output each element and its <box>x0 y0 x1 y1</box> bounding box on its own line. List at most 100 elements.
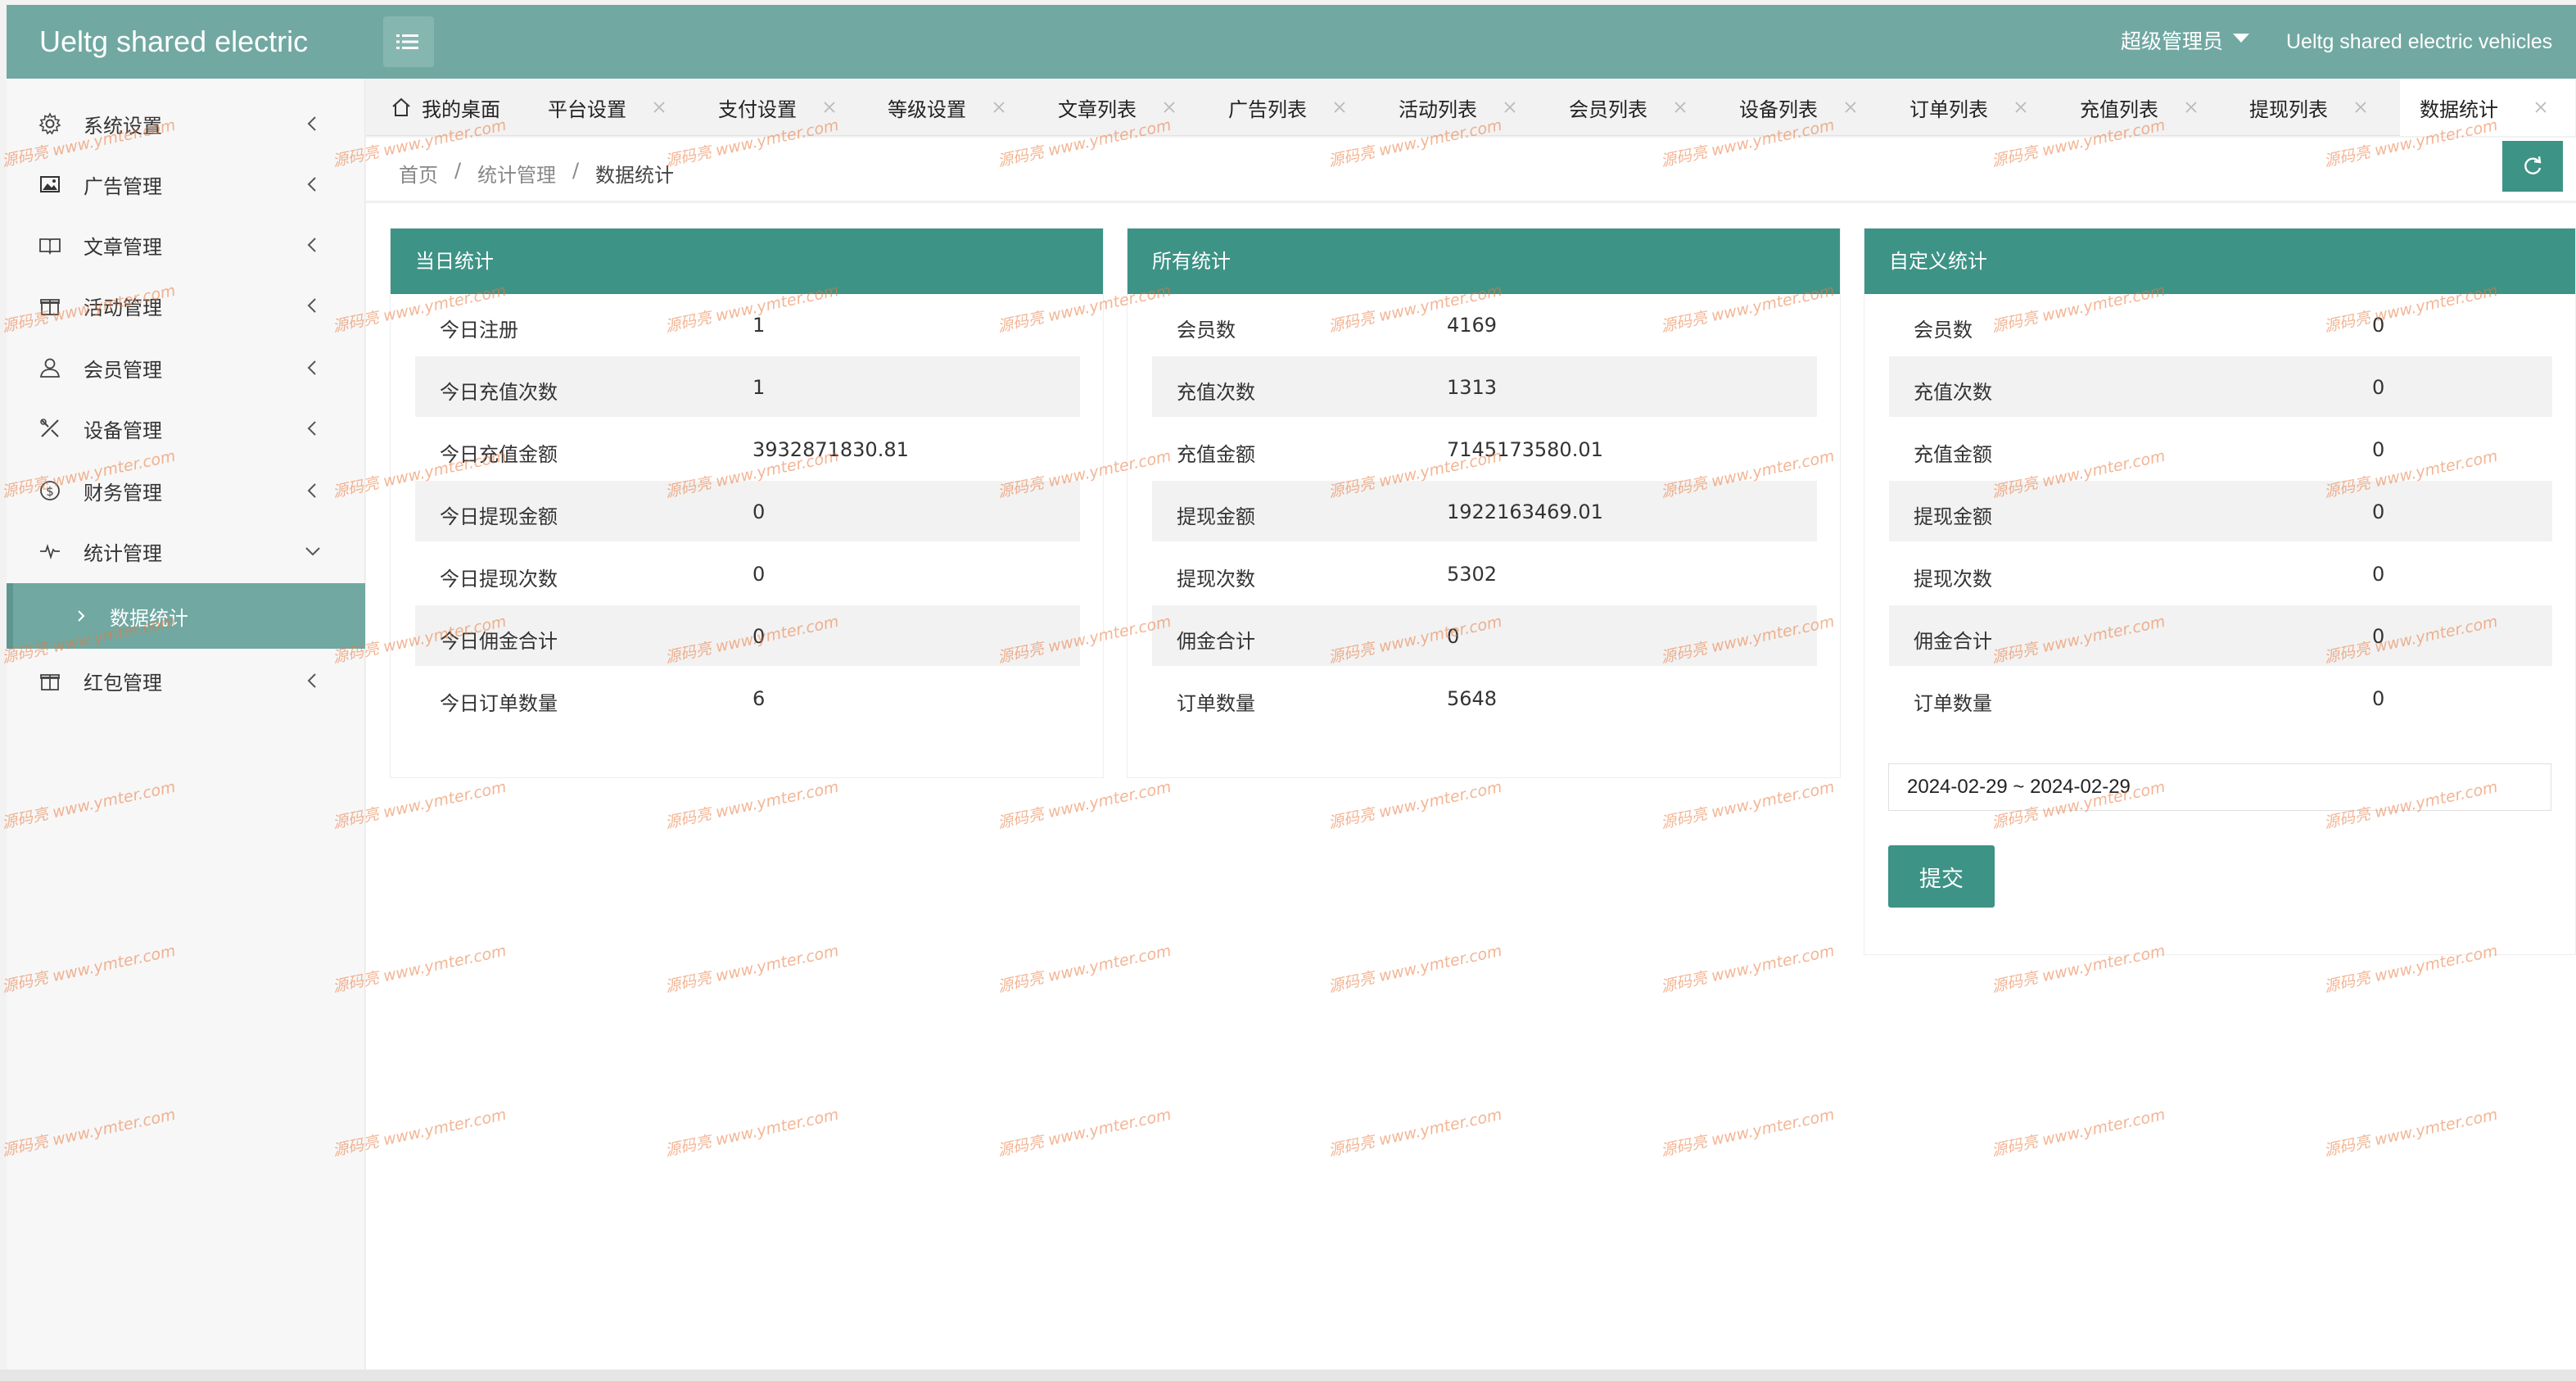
chevron-left-icon <box>307 177 316 192</box>
app-name[interactable]: Ueltg shared electric vehicles <box>2286 5 2552 79</box>
chevron-left-icon <box>307 116 316 131</box>
brand-title[interactable]: Ueltg shared electric <box>39 5 308 79</box>
tab-ad-list[interactable]: 广告列表 <box>1228 79 1392 136</box>
sidebar-subitem-data-stats[interactable]: 数据统计 <box>7 583 365 649</box>
admin-dropdown[interactable]: 超级管理员 <box>2121 5 2250 79</box>
close-icon[interactable] <box>2533 99 2549 115</box>
stat-value: 0 <box>752 563 766 586</box>
close-icon[interactable] <box>1842 99 1859 115</box>
submit-button[interactable]: 提交 <box>1888 845 1995 908</box>
tab-bar: 我的桌面 平台设置 支付设置 等级设置 文章列表 广告列表 活动列表 会员列表 … <box>366 79 2576 136</box>
close-icon[interactable] <box>651 99 667 115</box>
tab-desktop[interactable]: 我的桌面 <box>391 79 538 136</box>
close-icon[interactable] <box>2352 99 2369 115</box>
sidebar-item-label: 财务管理 <box>84 481 162 505</box>
stat-row: 今日订单数量 6 <box>415 668 1080 728</box>
dollar-icon: $ <box>38 478 62 503</box>
stat-row: 订单数量 5648 <box>1152 668 1817 728</box>
breadcrumb-separator: / <box>572 159 580 182</box>
breadcrumb: 首页 / 统计管理 / 数据统计 <box>366 138 2576 201</box>
stat-row: 提现金额 1922163469.01 <box>1152 481 1817 541</box>
tab-platform-settings[interactable]: 平台设置 <box>548 79 712 136</box>
stat-label: 今日充值金额 <box>440 443 558 466</box>
sidebar-item-red-packets[interactable]: 红包管理 <box>7 650 365 711</box>
close-icon[interactable] <box>1672 99 1688 115</box>
stat-value: 0 <box>2372 625 2385 648</box>
bottom-scrollbar[interactable] <box>0 1370 2576 1381</box>
stat-value: 0 <box>2372 687 2385 710</box>
stat-value: 0 <box>1447 625 1460 648</box>
sidebar-item-label: 数据统计 <box>110 606 188 630</box>
chevron-down-icon <box>305 547 320 556</box>
tab-data-stats[interactable]: 数据统计 <box>2400 79 2575 136</box>
breadcrumb-home[interactable]: 首页 <box>399 159 438 188</box>
tab-label: 支付设置 <box>718 97 797 121</box>
sidebar-item-activities[interactable]: 活动管理 <box>7 275 365 336</box>
stat-value: 0 <box>2372 438 2385 461</box>
sidebar-item-label: 广告管理 <box>84 174 162 198</box>
sidebar-item-devices[interactable]: 设备管理 <box>7 398 365 459</box>
close-icon[interactable] <box>821 99 838 115</box>
image-icon <box>38 172 62 197</box>
stat-row: 今日提现次数 0 <box>415 543 1080 604</box>
tab-label: 订单列表 <box>1909 97 1988 121</box>
stat-label: 提现次数 <box>1914 568 1992 591</box>
stat-row: 提现次数 5302 <box>1152 543 1817 604</box>
stat-label: 订单数量 <box>1914 692 1992 715</box>
close-icon[interactable] <box>2183 99 2199 115</box>
stat-value: 1 <box>752 376 766 399</box>
sidebar-item-finance[interactable]: $ 财务管理 <box>7 460 365 521</box>
all-stats-panel: 所有统计 会员数 4169 充值次数 1313 充值金额 7145173580.… <box>1127 228 1841 778</box>
stat-value: 6 <box>752 687 766 710</box>
tab-label: 提现列表 <box>2249 97 2328 121</box>
tab-device-list[interactable]: 设备列表 <box>1739 79 1903 136</box>
menu-toggle-button[interactable] <box>383 16 434 67</box>
tools-icon <box>38 416 62 441</box>
stat-label: 今日提现次数 <box>440 568 558 591</box>
tab-label: 等级设置 <box>888 97 966 121</box>
close-icon[interactable] <box>1331 99 1348 115</box>
gear-icon <box>38 111 62 136</box>
tab-recharge-list[interactable]: 充值列表 <box>2080 79 2244 136</box>
sidebar-item-system-settings[interactable]: 系统设置 <box>7 93 365 154</box>
home-icon <box>392 97 410 116</box>
close-icon[interactable] <box>2013 99 2029 115</box>
tab-payment-settings[interactable]: 支付设置 <box>718 79 882 136</box>
sidebar-item-articles[interactable]: 文章管理 <box>7 215 365 275</box>
stat-label: 会员数 <box>1177 319 1236 342</box>
stat-row: 今日充值金额 3932871830.81 <box>415 419 1080 479</box>
stat-value: 4169 <box>1447 314 1498 337</box>
sidebar-item-statistics[interactable]: 统计管理 <box>7 521 365 582</box>
today-stats-panel: 当日统计 今日注册 1 今日充值次数 1 今日充值金额 3932871830.8… <box>390 228 1104 778</box>
tab-member-list[interactable]: 会员列表 <box>1569 79 1733 136</box>
close-icon[interactable] <box>1502 99 1518 115</box>
stat-label: 今日提现金额 <box>440 505 558 528</box>
stat-value: 3932871830.81 <box>752 438 909 461</box>
sidebar-item-label: 系统设置 <box>84 114 162 138</box>
tab-label: 活动列表 <box>1399 97 1477 121</box>
tab-article-list[interactable]: 文章列表 <box>1058 79 1222 136</box>
breadcrumb-section[interactable]: 统计管理 <box>477 159 556 188</box>
tab-order-list[interactable]: 订单列表 <box>1909 79 2073 136</box>
close-icon[interactable] <box>1161 99 1177 115</box>
stat-row: 今日佣金合计 0 <box>415 605 1080 666</box>
caret-down-icon <box>2233 33 2250 43</box>
panel-title: 当日统计 <box>391 229 1103 294</box>
tab-withdraw-list[interactable]: 提现列表 <box>2249 79 2413 136</box>
sidebar-item-members[interactable]: 会员管理 <box>7 337 365 398</box>
stat-value: 0 <box>752 500 766 523</box>
sidebar-item-ads[interactable]: 广告管理 <box>7 154 365 215</box>
refresh-button[interactable] <box>2502 141 2563 192</box>
tab-activity-list[interactable]: 活动列表 <box>1399 79 1562 136</box>
stat-label: 今日订单数量 <box>440 692 558 715</box>
stat-label: 订单数量 <box>1177 692 1255 715</box>
sidebar-item-label: 设备管理 <box>84 419 162 442</box>
date-range-input[interactable]: 2024-02-29 ~ 2024-02-29 <box>1888 763 2551 811</box>
close-icon[interactable] <box>991 99 1007 115</box>
stat-value: 7145173580.01 <box>1447 438 1603 461</box>
stat-label: 充值次数 <box>1177 381 1255 404</box>
chevron-left-icon <box>307 298 316 313</box>
gift-icon <box>38 668 62 693</box>
stat-row: 佣金合计 0 <box>1889 605 2552 666</box>
tab-level-settings[interactable]: 等级设置 <box>888 79 1051 136</box>
